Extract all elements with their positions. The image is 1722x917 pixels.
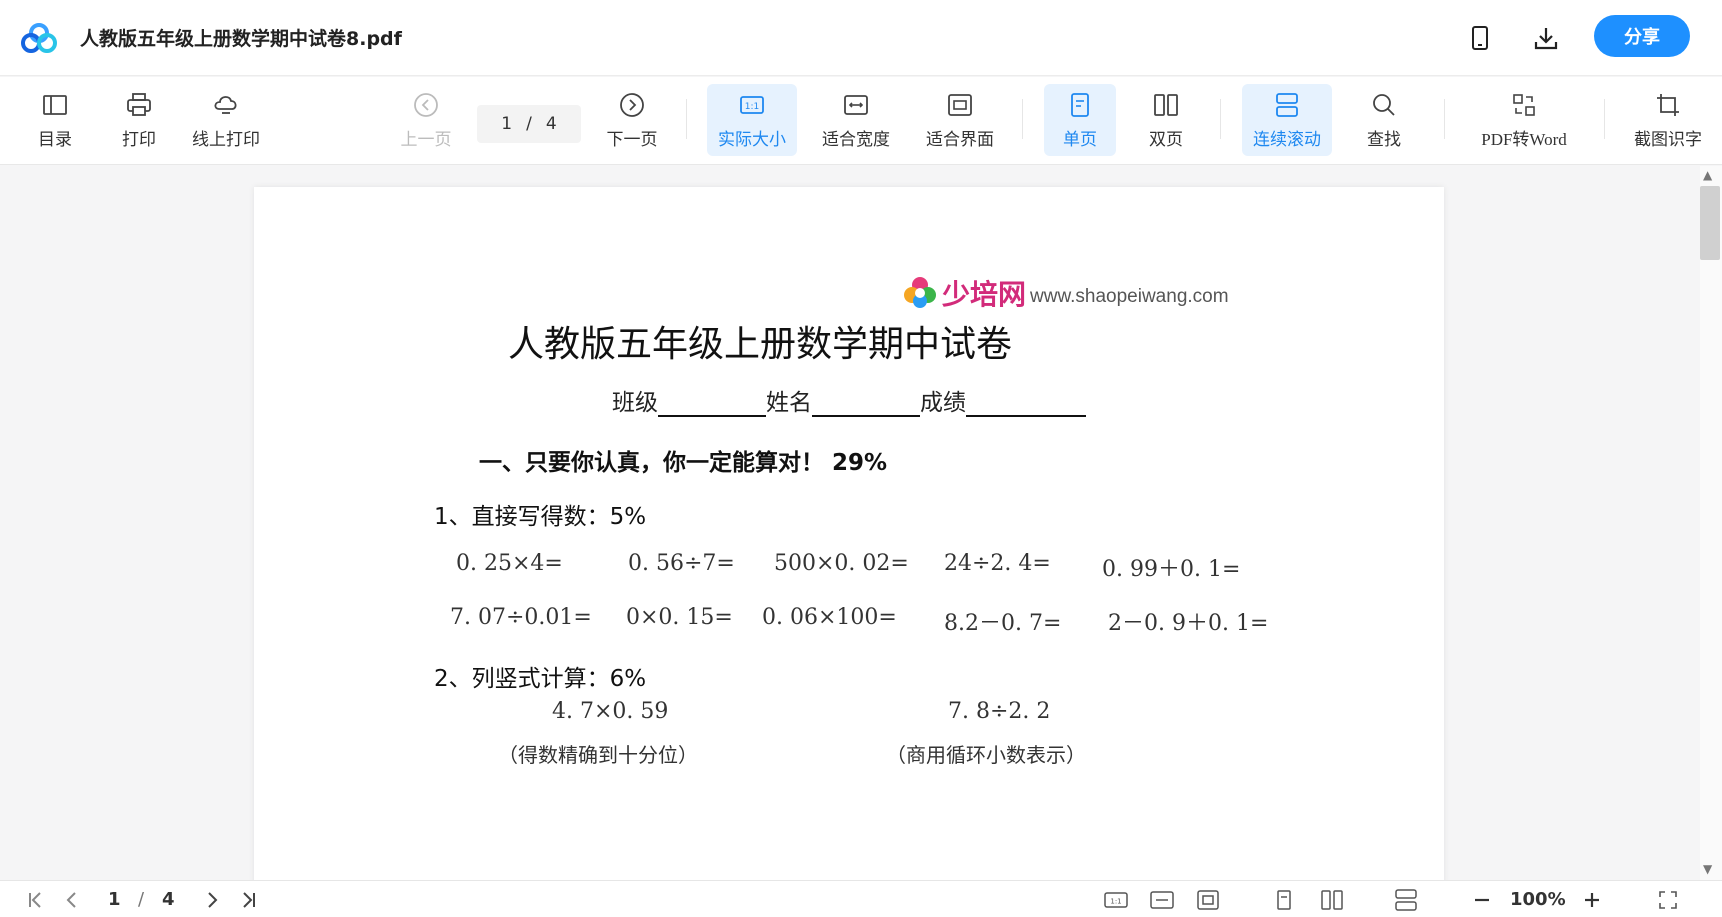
toc-icon <box>43 94 67 115</box>
fit-screen-icon[interactable] <box>1196 889 1220 911</box>
find-button[interactable]: 查找 <box>1362 84 1406 156</box>
prev-page-button[interactable]: 上一页 <box>398 84 454 156</box>
zoom-level[interactable]: 100% <box>1510 889 1566 910</box>
convert-icon <box>1513 93 1535 116</box>
toolbar-divider <box>1220 99 1221 139</box>
doc-title: 人教版五年级上册数学期中试卷 <box>507 324 1012 365</box>
toc-button[interactable]: 目录 <box>34 84 76 156</box>
chevron-left-circle-icon <box>414 92 438 117</box>
single-page-icon <box>1071 92 1089 117</box>
status-total-pages: 4 <box>162 889 175 910</box>
fullscreen-icon[interactable] <box>1656 889 1680 911</box>
title-bar: 人教版五年级上册数学期中试卷8.pdf 分享 <box>0 0 1722 76</box>
next-page-icon[interactable] <box>200 889 224 911</box>
zoom-out-icon[interactable] <box>1470 889 1494 911</box>
equation: 0. 06×100= <box>762 605 897 630</box>
one-to-one-icon: 1:1 <box>740 95 764 114</box>
next-page-button[interactable]: 下一页 <box>604 84 660 156</box>
blank-line <box>812 393 920 417</box>
fit-width-icon[interactable] <box>1150 889 1174 911</box>
prev-page-icon[interactable] <box>60 889 84 911</box>
single-page-button[interactable]: 单页 <box>1044 84 1116 156</box>
cloud-print-icon <box>214 95 237 114</box>
toolbar-divider <box>686 99 687 139</box>
file-title: 人教版五年级上册数学期中试卷8.pdf <box>80 28 402 50</box>
search-icon <box>1373 93 1395 116</box>
printer-icon <box>127 92 151 116</box>
double-page-button[interactable]: 双页 <box>1132 84 1200 156</box>
flower-logo-icon <box>904 277 936 308</box>
equation: 0. 99＋0. 1= <box>1102 557 1241 582</box>
single-page-icon[interactable] <box>1272 889 1296 911</box>
actual-size-button[interactable]: 1:1 实际大小 <box>707 84 797 156</box>
first-page-icon[interactable] <box>24 889 48 911</box>
fit-screen-icon <box>948 93 972 116</box>
scroll-up-arrow[interactable]: ▲ <box>1703 168 1712 182</box>
equation: 7. 8÷2. 2 <box>948 699 1051 724</box>
chevron-right-circle-icon <box>620 92 644 117</box>
equation: 8.2－0. 7= <box>944 611 1062 636</box>
equation: 0. 25×4= <box>456 551 563 576</box>
section-heading: 一、只要你认真，你一定能算对！ 29% <box>479 450 888 476</box>
status-current-page[interactable]: 1 <box>108 889 121 910</box>
zoom-in-icon[interactable] <box>1580 889 1604 911</box>
scrollbar-track[interactable] <box>1700 166 1722 880</box>
toolbar-divider <box>1444 99 1445 139</box>
scrollbar-thumb[interactable] <box>1700 186 1720 260</box>
toolbar: 目录 打印 线上打印 上一页 1 / 4 下一页 1:1 实际大小 适合宽度 适… <box>0 77 1722 165</box>
continuous-scroll-icon[interactable] <box>1394 889 1418 911</box>
page-number-box[interactable]: 1 / 4 <box>477 105 581 143</box>
fit-width-button[interactable]: 适合宽度 <box>818 84 894 156</box>
equation: 7. 07÷0.01= <box>450 605 592 630</box>
crop-icon <box>1657 93 1679 116</box>
online-print-button[interactable]: 线上打印 <box>186 84 266 156</box>
svg-text:1:1: 1:1 <box>745 102 759 112</box>
print-button[interactable]: 打印 <box>118 84 160 156</box>
toolbar-divider <box>1022 99 1023 139</box>
last-page-icon[interactable] <box>236 889 260 911</box>
double-page-icon[interactable] <box>1320 889 1344 911</box>
continuous-scroll-button[interactable]: 连续滚动 <box>1242 84 1332 156</box>
blank-line <box>658 393 766 417</box>
status-page-sep: / <box>138 889 145 910</box>
blank-line <box>966 393 1086 417</box>
doc-fields: 班级 姓名 成绩 <box>612 383 1086 417</box>
doc-logo: 少培网 www.shaopeiwang.com <box>902 273 1229 313</box>
mobile-icon[interactable] <box>1462 20 1498 56</box>
equation: 24÷2. 4= <box>944 551 1051 576</box>
actual-size-icon[interactable]: 1:1 <box>1104 889 1128 911</box>
status-bar: 1 / 4 1:1 100% <box>0 880 1722 917</box>
question-1: 1、直接写得数：5% <box>434 504 647 530</box>
pdf-page: 少培网 www.shaopeiwang.com 人教版五年级上册数学期中试卷 班… <box>254 187 1444 880</box>
toolbar-divider <box>1604 99 1605 139</box>
pdf-to-word-button[interactable]: PDF转Word <box>1474 84 1574 156</box>
double-page-icon <box>1154 93 1178 116</box>
equation: 2－0. 9＋0. 1= <box>1108 611 1269 636</box>
fit-width-icon <box>844 94 868 115</box>
note: （得数精确到十分位） <box>498 743 698 767</box>
equation: 0×0. 15= <box>626 605 733 630</box>
equation: 4. 7×0. 59 <box>552 699 669 724</box>
fit-screen-button[interactable]: 适合界面 <box>922 84 998 156</box>
question-2: 2、列竖式计算：6% <box>434 666 647 692</box>
document-viewer[interactable]: 少培网 www.shaopeiwang.com 人教版五年级上册数学期中试卷 班… <box>0 166 1700 880</box>
equation: 500×0. 02= <box>774 551 909 576</box>
app-logo-icon <box>20 22 58 54</box>
continuous-scroll-icon <box>1276 92 1298 117</box>
share-button[interactable]: 分享 <box>1594 15 1690 57</box>
equation: 0. 56÷7= <box>628 551 735 576</box>
screenshot-ocr-button[interactable]: 截图识字 <box>1628 84 1708 156</box>
note: （商用循环小数表示） <box>886 743 1086 767</box>
download-icon[interactable] <box>1528 20 1564 56</box>
svg-text:1:1: 1:1 <box>1110 898 1121 906</box>
scroll-down-arrow[interactable]: ▼ <box>1703 862 1712 876</box>
